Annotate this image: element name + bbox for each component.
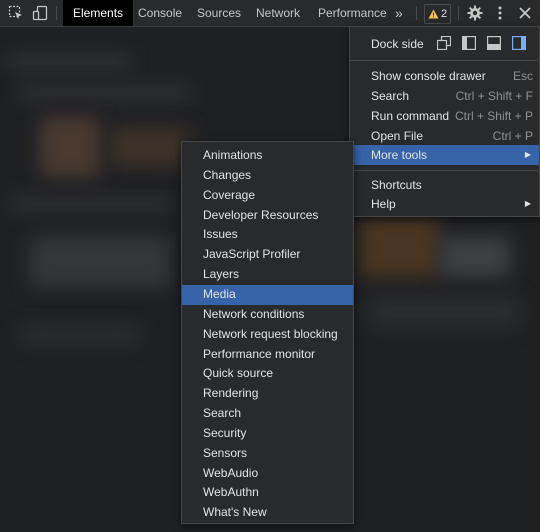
submenu-item-security[interactable]: Security bbox=[182, 424, 353, 444]
tab-elements[interactable]: Elements bbox=[63, 0, 134, 26]
submenu-item-search[interactable]: Search bbox=[182, 404, 353, 424]
more-tabs-icon[interactable]: » bbox=[395, 0, 403, 26]
device-toolbar-icon[interactable] bbox=[31, 4, 49, 22]
menu-item-label: Show console drawer bbox=[371, 69, 486, 83]
menu-item-shortcut: Ctrl + Shift + P bbox=[454, 109, 533, 123]
toolbar-divider bbox=[458, 6, 459, 20]
more-tools-submenu: Animations Changes Coverage Developer Re… bbox=[181, 141, 354, 524]
tab-network[interactable]: Network bbox=[256, 0, 300, 26]
submenu-item-media[interactable]: Media bbox=[182, 284, 353, 305]
submenu-item-developer-resources[interactable]: Developer Resources bbox=[182, 206, 353, 226]
menu-item-run-command[interactable]: Run command Ctrl + Shift + P bbox=[350, 106, 539, 126]
dock-right-icon[interactable] bbox=[512, 36, 526, 50]
customize-devtools-menu: Dock side Show console drawer Esc Search… bbox=[349, 26, 540, 217]
submenu-item-issues[interactable]: Issues bbox=[182, 225, 353, 245]
submenu-item-rendering[interactable]: Rendering bbox=[182, 384, 353, 404]
submenu-item-network-conditions[interactable]: Network conditions bbox=[182, 305, 353, 325]
dock-left-icon[interactable] bbox=[462, 36, 476, 50]
submenu-item-network-request-blocking[interactable]: Network request blocking bbox=[182, 325, 353, 345]
menu-item-label: Open File bbox=[371, 129, 424, 143]
submenu-arrow-icon: ▶ bbox=[524, 199, 531, 208]
submenu-item-animations[interactable]: Animations bbox=[182, 146, 353, 166]
devtools-toolbar: Elements Console Sources Network Perform… bbox=[0, 0, 540, 27]
tab-performance[interactable]: Performance bbox=[318, 0, 387, 26]
toolbar-divider bbox=[416, 6, 417, 20]
kebab-menu-icon[interactable] bbox=[491, 4, 509, 22]
submenu-item-layers[interactable]: Layers bbox=[182, 265, 353, 285]
menu-item-shortcut: Ctrl + Shift + F bbox=[455, 89, 533, 103]
menu-item-more-tools[interactable]: More tools ▶ bbox=[350, 145, 539, 165]
submenu-item-coverage[interactable]: Coverage bbox=[182, 186, 353, 206]
warning-count: 2 bbox=[441, 8, 448, 20]
submenu-item-performance-monitor[interactable]: Performance monitor bbox=[182, 345, 353, 365]
menu-item-label: More tools bbox=[371, 148, 428, 162]
menu-item-show-console-drawer[interactable]: Show console drawer Esc bbox=[350, 66, 539, 86]
tab-sources[interactable]: Sources bbox=[197, 0, 241, 26]
inspect-element-icon[interactable] bbox=[7, 4, 25, 22]
menu-item-label: Shortcuts bbox=[371, 178, 422, 192]
gear-icon[interactable] bbox=[466, 4, 484, 22]
toolbar-divider bbox=[56, 6, 57, 20]
warning-icon bbox=[428, 9, 439, 19]
tab-console[interactable]: Console bbox=[138, 0, 182, 26]
submenu-item-changes[interactable]: Changes bbox=[182, 166, 353, 186]
menu-item-label: Search bbox=[371, 89, 410, 103]
menu-item-search[interactable]: Search Ctrl + Shift + F bbox=[350, 86, 539, 106]
warnings-badge[interactable]: 2 bbox=[424, 4, 452, 24]
menu-item-help[interactable]: Help ▶ bbox=[350, 194, 539, 214]
submenu-item-quick-source[interactable]: Quick source bbox=[182, 364, 353, 384]
menu-divider bbox=[350, 170, 539, 171]
submenu-item-whats-new[interactable]: What's New bbox=[182, 503, 353, 523]
submenu-arrow-icon: ▶ bbox=[524, 150, 531, 159]
submenu-item-webaudio[interactable]: WebAudio bbox=[182, 464, 353, 484]
menu-item-shortcut: Esc bbox=[512, 69, 533, 83]
dock-side-label: Dock side bbox=[371, 37, 424, 51]
submenu-item-javascript-profiler[interactable]: JavaScript Profiler bbox=[182, 245, 353, 265]
undock-icon[interactable] bbox=[437, 36, 451, 50]
menu-item-open-file[interactable]: Open File Ctrl + P bbox=[350, 126, 539, 146]
menu-divider bbox=[350, 60, 539, 61]
menu-item-label: Run command bbox=[371, 109, 450, 123]
submenu-item-sensors[interactable]: Sensors bbox=[182, 444, 353, 464]
submenu-item-webauthn[interactable]: WebAuthn bbox=[182, 483, 353, 503]
close-icon[interactable] bbox=[516, 4, 534, 22]
dock-bottom-icon[interactable] bbox=[487, 36, 501, 50]
menu-item-shortcut: Ctrl + P bbox=[492, 129, 533, 143]
menu-item-label: Help bbox=[371, 197, 396, 211]
menu-item-shortcuts[interactable]: Shortcuts bbox=[350, 175, 539, 195]
